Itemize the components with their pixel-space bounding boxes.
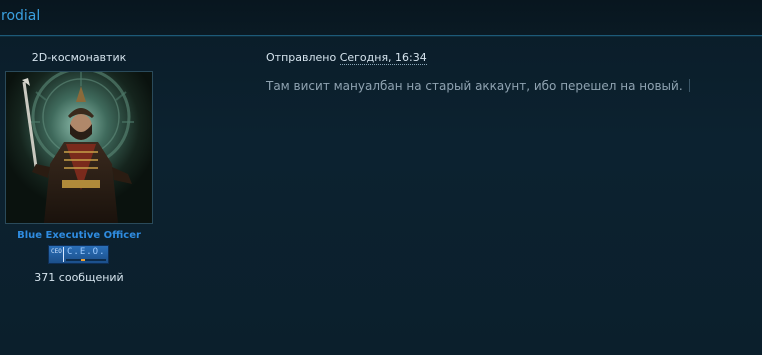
post-header: rodial — [0, 0, 762, 36]
armored-warrior-avatar-icon — [6, 72, 152, 223]
post-meta: Отправлено Сегодня, 16:34 — [266, 51, 427, 65]
user-group-link[interactable]: Blue Executive Officer — [0, 230, 158, 241]
rank-badge-bar-marker — [81, 259, 85, 261]
author-name-link[interactable]: rodial — [1, 8, 40, 24]
post-body: Там висит мануалбан на старый аккаунт, и… — [266, 79, 690, 93]
user-title: 2D-космонавтик — [31, 51, 127, 64]
rank-badge-text: C.E.O. — [67, 247, 106, 257]
user-info-panel: 2D-космонавтик Blue Executive Officer CE… — [0, 36, 158, 355]
user-avatar[interactable] — [5, 71, 153, 224]
rank-badge-divider — [63, 247, 64, 262]
post-date[interactable]: Сегодня, 16:34 — [339, 51, 427, 65]
forum-post: rodial 2D-космонавтик Blue Executive Off… — [0, 0, 762, 355]
text-separator — [688, 79, 690, 92]
rank-badge: CEO C.E.O. — [48, 245, 109, 264]
post-body-text: Там висит мануалбан на старый аккаунт, и… — [266, 79, 683, 93]
post-count: 371 сообщений — [34, 271, 124, 284]
rank-badge-small-text: CEO — [51, 248, 62, 255]
rank-badge-bar — [66, 259, 106, 261]
post-meta-prefix: Отправлено — [266, 51, 337, 64]
